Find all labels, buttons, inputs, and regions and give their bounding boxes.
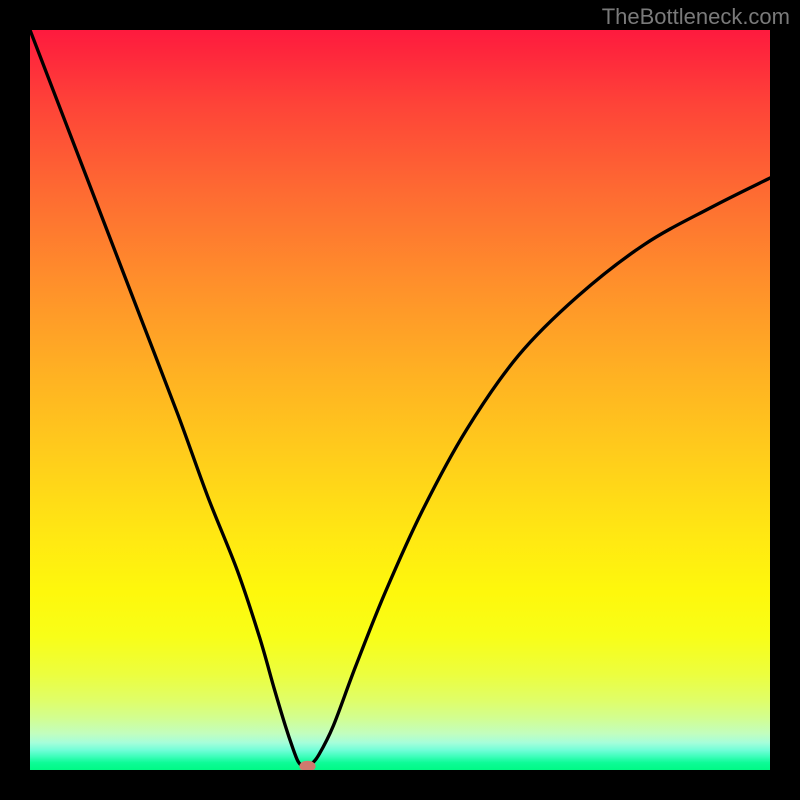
plot-area	[30, 30, 770, 770]
line-series	[30, 30, 770, 770]
bottleneck-curve	[30, 30, 770, 768]
watermark-text: TheBottleneck.com	[602, 4, 790, 30]
chart-frame: TheBottleneck.com	[0, 0, 800, 800]
